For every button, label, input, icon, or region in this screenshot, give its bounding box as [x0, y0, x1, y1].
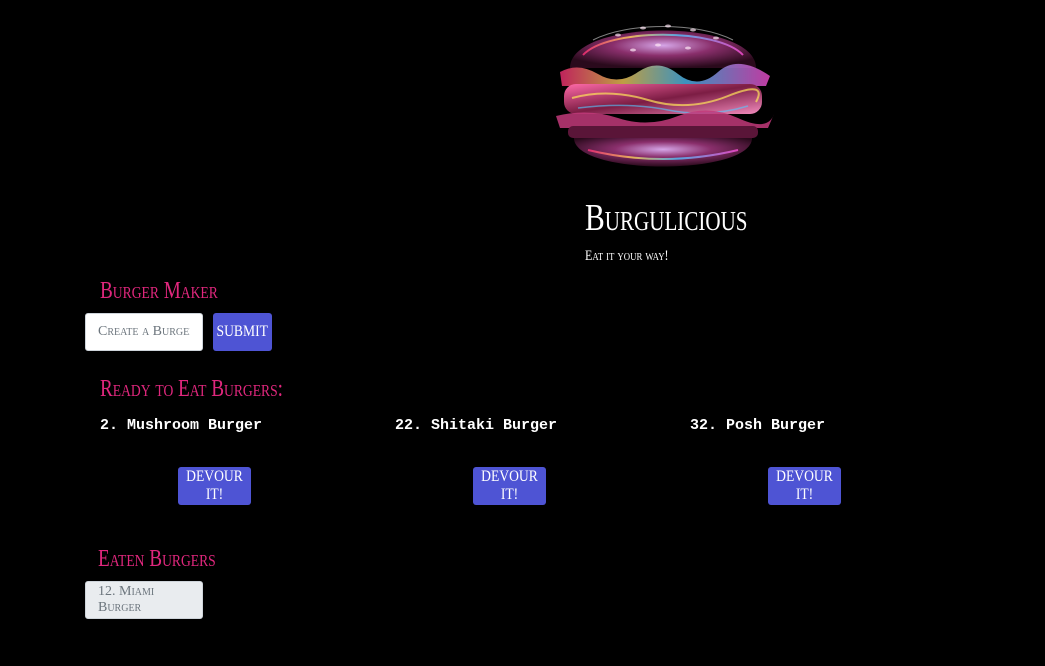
eaten-burgers-heading: Eaten Burgers — [98, 546, 216, 572]
ready-burger-item: 22. Shitaki Burger — [395, 416, 625, 436]
site-title: Burgulicious — [585, 197, 748, 239]
eaten-burger-item: 12. Miami Burger — [85, 581, 203, 619]
ready-burger-name: 32. Posh Burger — [690, 417, 826, 434]
ready-burger-item: 32. Posh Burger — [690, 416, 920, 436]
burger-maker-heading: Burger Maker — [100, 278, 218, 304]
devour-button-label: DEVOUR IT! — [481, 468, 538, 503]
create-burger-input[interactable] — [85, 313, 203, 351]
ready-burger-name: 22. Shitaki Burger — [395, 417, 558, 434]
submit-button[interactable]: SUBMIT — [213, 313, 272, 351]
devour-button-label: DEVOUR IT! — [186, 468, 243, 503]
ready-burgers-heading: Ready to Eat Burgers: — [100, 376, 284, 402]
site-tagline: Eat it your way! — [585, 248, 669, 264]
eaten-burger-name: 12. Miami Burger — [98, 584, 155, 615]
devour-button-label: DEVOUR IT! — [776, 468, 833, 503]
submit-button-label: SUBMIT — [216, 323, 269, 340]
burger-hero-image — [556, 24, 774, 167]
devour-button[interactable]: DEVOUR IT! — [178, 467, 251, 505]
devour-button[interactable]: DEVOUR IT! — [768, 467, 841, 505]
ready-burger-name: 2. Mushroom Burger — [100, 417, 263, 434]
ready-burger-item: 2. Mushroom Burger — [100, 416, 330, 436]
devour-button[interactable]: DEVOUR IT! — [473, 467, 546, 505]
